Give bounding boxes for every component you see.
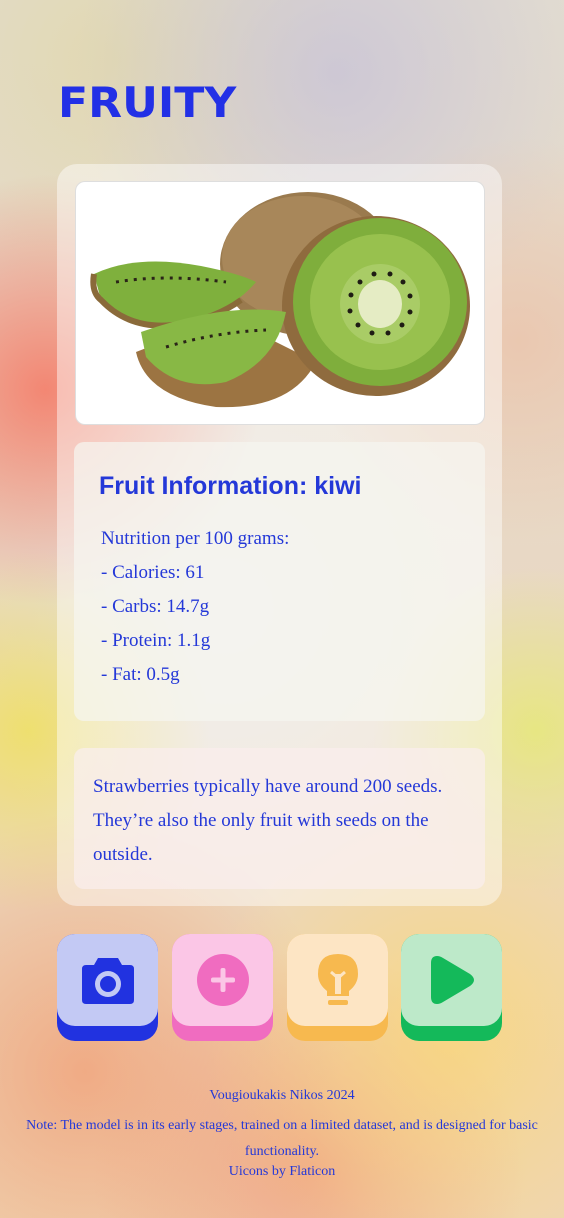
fun-fact-text: Strawberries typically have around 200 s… <box>93 776 443 865</box>
fruit-info-title: Fruit Information: kiwi <box>99 472 362 500</box>
footer-author: Vougioukakis Nikos 2024 <box>209 1088 355 1103</box>
fun-fact-card: Strawberries typically have around 200 s… <box>74 748 485 889</box>
nutrition-carbs: - Carbs: 14.7g <box>101 596 210 617</box>
footer-credits[interactable]: Uicons by Flaticon <box>0 1164 564 1180</box>
add-button[interactable] <box>172 934 273 1041</box>
nutrition-calories: - Calories: 61 <box>101 562 205 583</box>
nutrition-fat: - Fat: 0.5g <box>101 664 180 685</box>
kiwi-illustration <box>90 192 470 408</box>
fruit-info-card: Fruit Information: kiwi Nutrition per 10… <box>74 442 485 721</box>
plus-circle-icon <box>196 954 249 1006</box>
fun-fact-button[interactable] <box>287 934 388 1041</box>
camera-button[interactable] <box>57 934 158 1041</box>
play-button[interactable] <box>401 934 502 1041</box>
fruit-image <box>75 181 485 425</box>
footer-note: Note: The model is in its early stages, … <box>26 1118 538 1159</box>
play-icon <box>430 956 474 1004</box>
nutrition-protein: - Protein: 1.1g <box>101 630 211 651</box>
nutrition-heading: Nutrition per 100 grams: <box>101 528 290 549</box>
app-title: FRUITY <box>58 78 237 127</box>
lightbulb-icon <box>317 954 358 1005</box>
camera-icon <box>81 958 134 1004</box>
